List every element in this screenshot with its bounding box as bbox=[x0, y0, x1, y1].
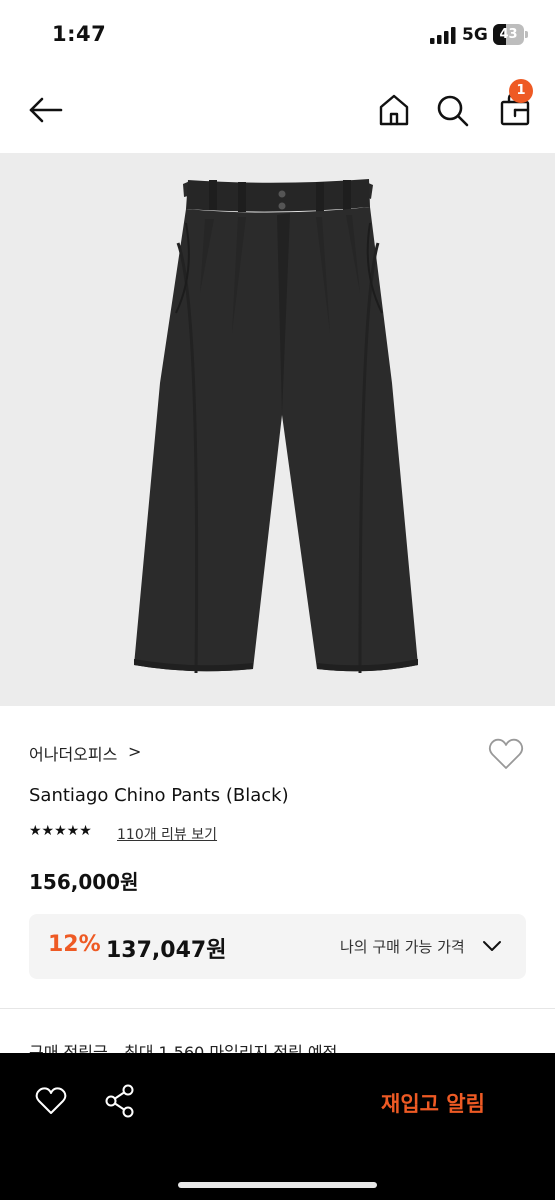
my-price-label: 나의 구매 가능 가격 bbox=[340, 938, 465, 956]
back-button[interactable] bbox=[24, 88, 68, 132]
my-price-box[interactable]: 12% 137,047원 나의 구매 가능 가격 bbox=[29, 914, 526, 979]
status-bar: 1:47 5G 43 bbox=[0, 0, 555, 70]
battery-level: 43 bbox=[499, 27, 518, 42]
chevron-right-icon: > bbox=[128, 742, 142, 761]
wide-leg-pants-image bbox=[134, 179, 418, 674]
heart-icon bbox=[488, 738, 524, 769]
brand-link[interactable]: 어나더오피스 bbox=[29, 741, 117, 765]
search-icon bbox=[437, 95, 469, 127]
wishlist-button[interactable] bbox=[487, 736, 525, 772]
arrow-left-icon bbox=[29, 97, 63, 123]
original-price: 156,000원 bbox=[29, 870, 139, 894]
status-time: 1:47 bbox=[52, 22, 107, 46]
signal-icon bbox=[430, 27, 456, 44]
points-row: 구매 적립금 최대 1,560 마일리지 적립 예정 bbox=[29, 1039, 529, 1053]
cart-badge: 1 bbox=[509, 79, 533, 103]
network-label: 5G bbox=[462, 25, 488, 45]
points-value: 최대 1,560 마일리지 적립 예정 bbox=[124, 1043, 338, 1053]
product-name: Santiago Chino Pants (Black) bbox=[29, 785, 289, 806]
review-link[interactable]: 110개 리뷰 보기 bbox=[117, 824, 217, 844]
product-image[interactable] bbox=[0, 153, 555, 706]
discount-price: 137,047원 bbox=[106, 938, 227, 963]
discount-rate: 12% bbox=[48, 932, 101, 957]
heart-icon bbox=[35, 1087, 67, 1114]
share-icon bbox=[105, 1084, 134, 1118]
restock-alert-button[interactable]: 재입고 알림 bbox=[381, 1088, 485, 1118]
section-divider bbox=[0, 1008, 555, 1009]
home-icon bbox=[379, 94, 409, 126]
rating-stars: ★★★★★ bbox=[29, 823, 92, 839]
battery-icon: 43 bbox=[493, 24, 529, 45]
home-button[interactable] bbox=[374, 90, 414, 130]
bottom-action-bar: 재입고 알림 bbox=[0, 1053, 555, 1200]
points-label: 구매 적립금 bbox=[29, 1043, 108, 1053]
search-button[interactable] bbox=[432, 90, 472, 130]
share-button[interactable] bbox=[104, 1083, 136, 1119]
like-button[interactable] bbox=[34, 1085, 68, 1117]
chevron-down-icon bbox=[483, 941, 501, 951]
home-indicator bbox=[178, 1182, 377, 1188]
